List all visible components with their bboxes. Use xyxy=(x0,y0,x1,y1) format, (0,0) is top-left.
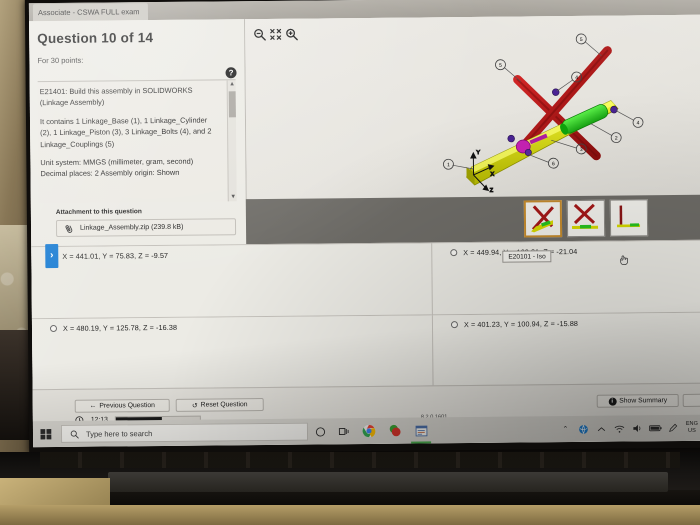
thumbnail-view-front[interactable] xyxy=(566,199,605,238)
photo-scene: Associate - CSWA FULL exam Question 10 o… xyxy=(0,0,700,525)
radio-d[interactable] xyxy=(450,321,459,329)
show-summary-label: Show Summary xyxy=(619,397,668,405)
answer-option-a[interactable]: X = 441.01, Y = 75.83, Z = -9.57 xyxy=(31,243,432,320)
attachment-item[interactable]: Linkage_Assembly.zip (239.8 kB) xyxy=(55,218,237,237)
reset-circular-icon: ↺ xyxy=(191,402,198,410)
language-line-1: ENG xyxy=(685,420,698,427)
linkage-cylinder xyxy=(560,104,609,135)
browser-tab[interactable]: Associate - CSWA FULL exam xyxy=(32,2,148,21)
attachment-label: Attachment to this question xyxy=(55,208,142,216)
svg-text:2: 2 xyxy=(615,136,618,142)
chevron-up-icon[interactable] xyxy=(593,416,610,442)
svg-text:6: 6 xyxy=(552,161,555,167)
scroll-up-icon[interactable]: ▲ xyxy=(228,80,237,89)
laptop-screen-bezel: Associate - CSWA FULL exam Question 10 o… xyxy=(24,0,700,455)
windows-desktop: Associate - CSWA FULL exam Question 10 o… xyxy=(28,0,700,448)
chrome-icon[interactable] xyxy=(356,418,382,444)
answer-c-label: X = 480.19, Y = 125.78, Z = -16.38 xyxy=(62,322,178,333)
radio-c[interactable] xyxy=(49,324,58,333)
system-tray: ⌃ ENG US xyxy=(557,415,700,442)
cortana-circle-icon[interactable] xyxy=(308,418,332,444)
question-line-2: It contains 1 Linkage_Base (1), 1 Linkag… xyxy=(39,115,212,149)
hand-cursor-icon xyxy=(620,255,628,265)
arrow-left-icon: ← xyxy=(89,402,97,410)
svg-text:Z: Z xyxy=(490,188,494,194)
answer-a-label: X = 441.01, Y = 75.83, Z = -9.57 xyxy=(62,250,169,261)
answer-d-label: X = 401.23, Y = 100.94, Z = -15.88 xyxy=(463,318,579,330)
tray-overflow-icon[interactable]: ⌃ xyxy=(557,416,574,442)
answer-option-c[interactable]: X = 480.19, Y = 125.78, Z = -16.38 xyxy=(31,315,433,391)
zoom-out-icon[interactable] xyxy=(253,28,266,41)
question-line-3: Unit system: MMGS (millimeter, gram, sec… xyxy=(40,156,194,179)
radio-b[interactable] xyxy=(450,249,458,257)
svg-text:X: X xyxy=(491,172,495,178)
next-question-button[interactable] xyxy=(682,393,700,407)
thumbnail-iso-preview xyxy=(530,205,554,233)
previous-question-label: Previous Question xyxy=(99,402,155,410)
page-title: Question 10 of 14 xyxy=(37,30,154,47)
previous-question-button[interactable]: ← Previous Question xyxy=(74,398,170,413)
answer-option-b[interactable]: X = 449.94, Y = 162.21, Z = -21.04 xyxy=(431,240,700,316)
thumbnail-view-side[interactable] xyxy=(609,199,648,237)
language-indicator[interactable]: ENG US xyxy=(683,421,700,435)
question-text-body: E21401: Build this assembly in SOLIDWORK… xyxy=(37,79,237,204)
svg-text:3: 3 xyxy=(580,147,583,153)
start-button[interactable] xyxy=(33,421,59,447)
show-summary-button[interactable]: i Show Summary xyxy=(596,394,679,408)
laptop-screen: Associate - CSWA FULL exam Question 10 o… xyxy=(28,0,700,448)
scrollbar-thumb[interactable] xyxy=(228,91,236,118)
windows-icon xyxy=(40,429,52,440)
reset-question-button[interactable]: ↺ Reset Question xyxy=(175,397,264,412)
reset-question-label: Reset Question xyxy=(200,401,248,409)
viewer-zoom-toolbar xyxy=(253,28,298,41)
zoom-fit-icon[interactable] xyxy=(269,28,282,41)
bolt-c xyxy=(507,134,515,143)
browser-tab-label: Associate - CSWA FULL exam xyxy=(37,6,140,17)
task-view-icon[interactable] xyxy=(332,418,356,444)
search-input[interactable]: Type here to search xyxy=(60,422,309,443)
app-red-green-icon[interactable] xyxy=(382,418,408,444)
info-icon: i xyxy=(608,397,617,406)
wifi-icon[interactable] xyxy=(611,416,628,442)
scroll-down-icon[interactable]: ▼ xyxy=(229,193,237,202)
shield-globe-icon[interactable] xyxy=(575,416,592,442)
question-scrollbar[interactable]: ▲ ▼ xyxy=(226,80,237,203)
expand-panel-button[interactable]: › xyxy=(45,243,59,269)
battery-icon[interactable] xyxy=(647,415,664,441)
question-line-1: E21401: Build this assembly in SOLIDWORK… xyxy=(39,85,193,108)
laptop-hinge xyxy=(108,472,668,492)
search-icon xyxy=(70,430,79,438)
svg-text:5: 5 xyxy=(580,37,583,43)
thumbnail-front-preview xyxy=(571,203,598,230)
laptop-keyboard xyxy=(40,452,680,468)
exam-application: Question 10 of 14 For 30 points: ? E2140… xyxy=(29,14,700,425)
paperclip-icon xyxy=(65,224,73,233)
search-placeholder-text: Type here to search xyxy=(85,428,153,439)
view-thumbnail-strip xyxy=(245,194,700,245)
thumbnail-side-preview xyxy=(616,205,640,228)
svg-text:4: 4 xyxy=(575,75,578,81)
speaker-icon[interactable] xyxy=(629,415,646,441)
thumbnail-view-iso[interactable] xyxy=(523,200,562,238)
points-label: For 30 points: xyxy=(37,55,84,66)
desk-surface-front xyxy=(0,505,700,525)
answer-options: X = 441.01, Y = 75.83, Z = -9.57 X = 449… xyxy=(31,239,700,391)
svg-text:Y: Y xyxy=(476,150,480,156)
svg-text:5: 5 xyxy=(499,63,502,69)
exam-app-icon[interactable] xyxy=(408,417,434,443)
svg-text:1: 1 xyxy=(447,162,450,168)
windows-taskbar: Type here to search ⌃ ENG US xyxy=(32,414,700,448)
answer-option-d[interactable]: X = 401.23, Y = 100.94, Z = -15.88 xyxy=(431,312,700,387)
zoom-in-icon[interactable] xyxy=(285,28,298,41)
svg-text:4: 4 xyxy=(637,120,640,126)
bolt-b xyxy=(610,105,618,114)
linkage-assembly-model[interactable]: Y X Z 1 2 3 4 4 6 5 5 xyxy=(245,15,700,199)
model-viewer[interactable]: Y X Z 1 2 3 4 4 6 5 5 xyxy=(244,14,700,200)
help-icon[interactable]: ? xyxy=(225,67,237,79)
language-line-2: US xyxy=(688,427,696,434)
attachment-filename: Linkage_Assembly.zip (239.8 kB) xyxy=(79,223,184,232)
pen-icon[interactable] xyxy=(665,415,682,441)
model-tooltip: E20101 - Iso xyxy=(502,250,552,263)
